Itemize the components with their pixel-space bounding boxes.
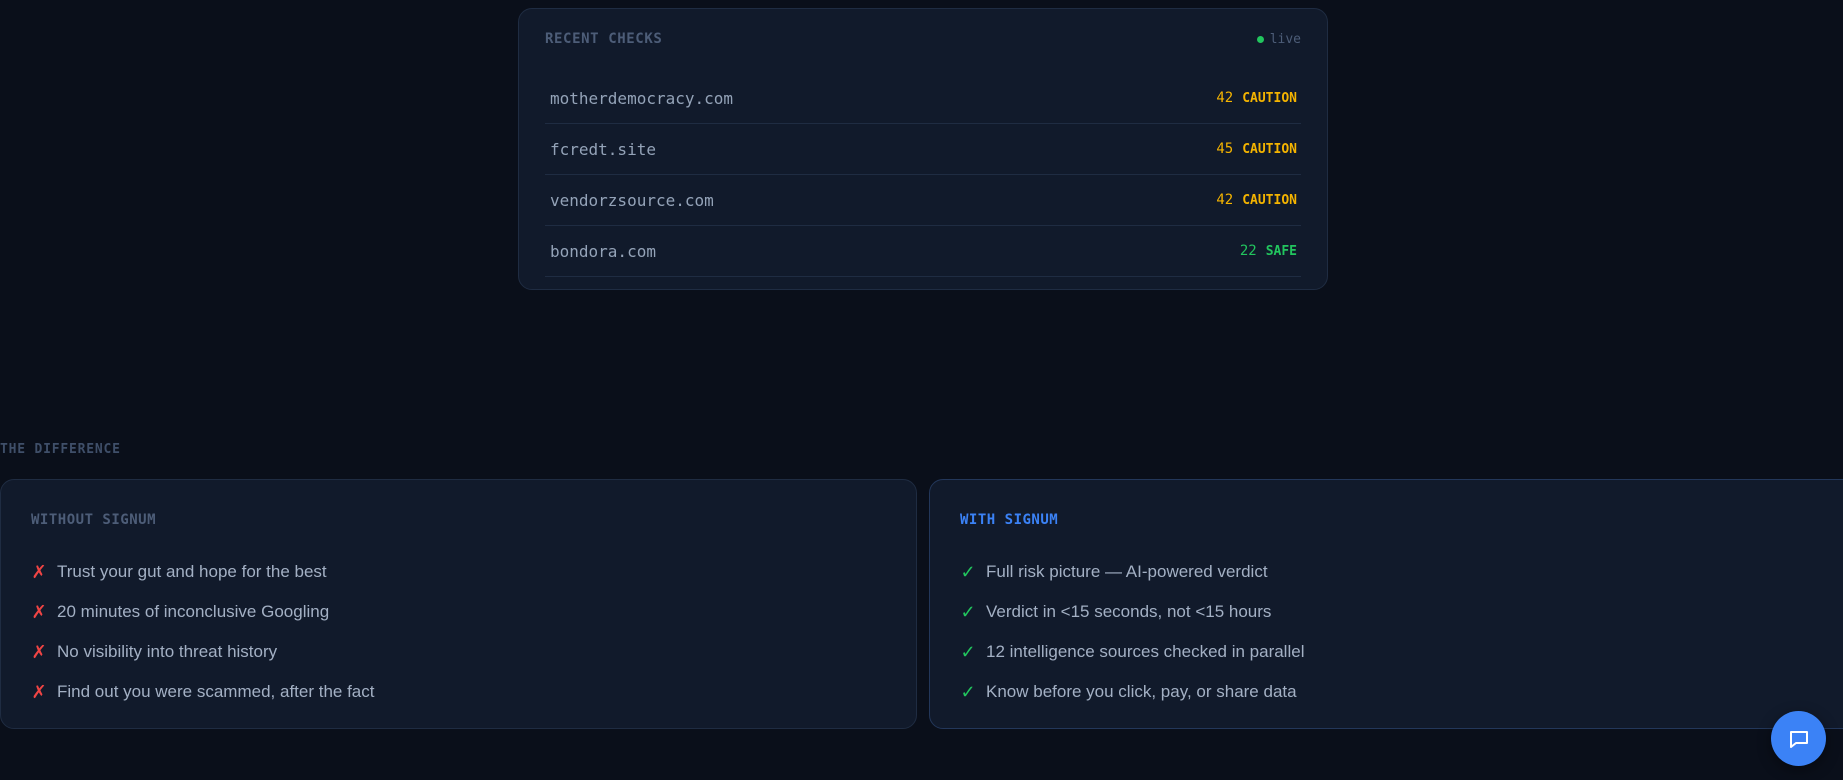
with-signum-card: WITH SIGNUM ✓ Full risk picture — AI-pow…: [929, 479, 1843, 729]
with-item: ✓ 12 intelligence sources checked in par…: [960, 632, 1828, 672]
check-domain: motherdemocracy.com: [550, 88, 734, 108]
live-label: live: [1269, 31, 1301, 47]
recent-checks-card: RECENT CHECKS live motherdemocracy.com 4…: [518, 8, 1328, 290]
check-result: 22 SAFE: [1240, 243, 1297, 259]
check-result: 42 CAUTION: [1216, 192, 1297, 208]
with-item: ✓ Verdict in <15 seconds, not <15 hours: [960, 592, 1828, 632]
check-score: 22: [1239, 243, 1257, 259]
check-mark-icon: ✓: [960, 601, 976, 622]
without-item: ✗ No visibility into threat history: [31, 632, 886, 672]
check-row[interactable]: vendorzsource.com 42 CAUTION: [545, 175, 1301, 226]
with-item-text: Verdict in <15 seconds, not <15 hours: [986, 602, 1272, 621]
check-domain: fcredt.site: [550, 139, 656, 159]
check-score: 42: [1216, 90, 1234, 106]
check-mark-icon: ✓: [960, 561, 976, 582]
x-mark-icon: ✗: [31, 681, 47, 702]
without-signum-card: WITHOUT SIGNUM ✗ Trust your gut and hope…: [0, 479, 917, 729]
page: RECENT CHECKS live motherdemocracy.com 4…: [0, 0, 1843, 780]
check-result: 42 CAUTION: [1216, 90, 1297, 106]
recent-checks-title: RECENT CHECKS: [545, 31, 663, 47]
check-domain: bondora.com: [550, 241, 656, 261]
chat-bubble-icon: [1789, 730, 1808, 748]
check-verdict: CAUTION: [1242, 91, 1297, 106]
check-row[interactable]: motherdemocracy.com 42 CAUTION: [545, 73, 1301, 124]
without-item: ✗ Find out you were scammed, after the f…: [31, 672, 886, 712]
check-verdict: CAUTION: [1242, 142, 1297, 157]
without-item-text: No visibility into threat history: [57, 642, 278, 661]
check-result: 45 CAUTION: [1216, 141, 1297, 157]
check-verdict: SAFE: [1265, 244, 1297, 259]
check-row[interactable]: fcredt.site 45 CAUTION: [545, 124, 1301, 175]
live-dot-icon: [1256, 35, 1264, 43]
check-score: 45: [1216, 141, 1234, 157]
chat-button[interactable]: [1771, 711, 1826, 766]
with-signum-title: WITH SIGNUM: [960, 512, 1059, 528]
check-row[interactable]: bondora.com 22 SAFE: [545, 226, 1301, 277]
without-signum-title: WITHOUT SIGNUM: [31, 512, 157, 528]
with-item: ✓ Full risk picture — AI-powered verdict: [960, 552, 1828, 592]
with-item: ✓ Know before you click, pay, or share d…: [960, 672, 1828, 712]
check-mark-icon: ✓: [960, 681, 976, 702]
without-item-text: 20 minutes of inconclusive Googling: [57, 602, 330, 621]
with-item-text: Know before you click, pay, or share dat…: [986, 682, 1297, 701]
recent-checks-header: RECENT CHECKS live: [545, 9, 1301, 73]
check-verdict: CAUTION: [1242, 193, 1297, 208]
x-mark-icon: ✗: [31, 641, 47, 662]
with-item-text: 12 intelligence sources checked in paral…: [986, 642, 1305, 661]
without-item-text: Trust your gut and hope for the best: [57, 562, 327, 581]
x-mark-icon: ✗: [31, 601, 47, 622]
without-item-text: Find out you were scammed, after the fac…: [57, 682, 375, 701]
without-item: ✗ 20 minutes of inconclusive Googling: [31, 592, 886, 632]
section-label: THE DIFFERENCE: [0, 442, 121, 457]
check-mark-icon: ✓: [960, 641, 976, 662]
x-mark-icon: ✗: [31, 561, 47, 582]
without-item: ✗ Trust your gut and hope for the best: [31, 552, 886, 592]
check-domain: vendorzsource.com: [550, 190, 714, 210]
with-item-text: Full risk picture — AI-powered verdict: [986, 562, 1268, 581]
check-score: 42: [1216, 192, 1234, 208]
live-indicator: live: [1256, 31, 1301, 47]
